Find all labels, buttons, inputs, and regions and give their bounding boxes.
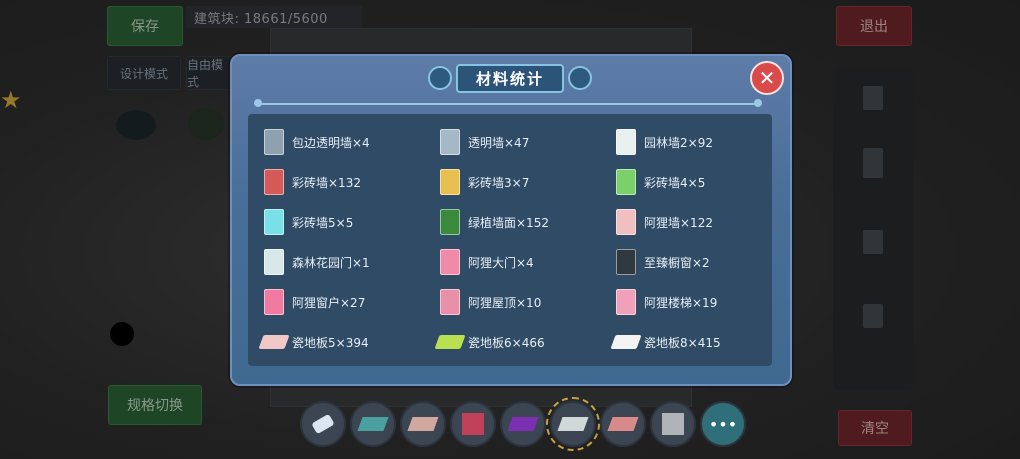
material-item: 阿狸大门×4 — [430, 242, 606, 282]
tool-tile-rose[interactable] — [600, 401, 646, 447]
materials-grid: 包边透明墙×4 透明墙×47 园林墙2×92 彩砖墙×132 彩砖墙3×7 彩砖墙4×5 彩… — [254, 122, 766, 362]
material-icon — [264, 209, 284, 235]
material-icon — [610, 335, 642, 349]
material-label: 园林墙2×92 — [644, 135, 713, 150]
material-icon — [440, 129, 460, 155]
material-item: 彩砖墙×132 — [254, 162, 430, 202]
material-item: 阿狸墙×122 — [606, 202, 766, 242]
material-label: 阿狸楼梯×19 — [644, 295, 718, 310]
tool-block-gray[interactable] — [650, 401, 696, 447]
material-icon — [264, 249, 284, 275]
ornament-left-icon — [427, 66, 452, 90]
material-icon — [440, 289, 460, 315]
material-item: 阿狸窗户×27 — [254, 282, 430, 322]
material-icon — [440, 209, 460, 235]
more-icon[interactable]: ••• — [700, 401, 746, 447]
material-label: 瓷地板8×415 — [644, 335, 721, 350]
material-item: 瓷地板8×415 — [606, 322, 766, 362]
material-icon — [616, 129, 636, 155]
material-item: 阿狸屋顶×10 — [430, 282, 606, 322]
material-icon — [264, 169, 284, 195]
material-icon — [616, 249, 636, 275]
material-icon — [440, 249, 460, 275]
material-item: 至臻橱窗×2 — [606, 242, 766, 282]
material-label: 至臻橱窗×2 — [644, 255, 710, 270]
tool-tile-pink[interactable] — [400, 401, 446, 447]
close-icon: ✕ — [758, 66, 776, 90]
material-icon — [434, 335, 466, 349]
tool-tile-white[interactable] — [546, 397, 600, 451]
material-icon — [264, 289, 284, 315]
material-icon — [616, 289, 636, 315]
material-label: 彩砖墙3×7 — [468, 175, 530, 190]
material-label: 彩砖墙5×5 — [292, 215, 354, 230]
material-label: 森林花园门×1 — [292, 255, 370, 270]
material-item: 彩砖墙5×5 — [254, 202, 430, 242]
material-item: 阿狸楼梯×19 — [606, 282, 766, 322]
material-label: 阿狸窗户×27 — [292, 295, 366, 310]
material-label: 彩砖墙4×5 — [644, 175, 706, 190]
close-button[interactable]: ✕ — [750, 61, 784, 95]
material-item: 透明墙×47 — [430, 122, 606, 162]
material-item: 瓷地板5×394 — [254, 322, 430, 362]
material-label: 透明墙×47 — [468, 135, 530, 150]
material-item: 彩砖墙3×7 — [430, 162, 606, 202]
material-icon — [440, 169, 460, 195]
material-icon — [264, 129, 284, 155]
title-divider — [254, 99, 762, 107]
tool-tile-teal[interactable] — [350, 401, 396, 447]
tool-block-red[interactable] — [450, 401, 496, 447]
material-icon — [616, 169, 636, 195]
material-item: 绿植墙面×152 — [430, 202, 606, 242]
material-label: 阿狸屋顶×10 — [468, 295, 542, 310]
material-item: 园林墙2×92 — [606, 122, 766, 162]
material-label: 阿狸大门×4 — [468, 255, 534, 270]
ornament-right-icon — [568, 66, 592, 90]
material-item: 森林花园门×1 — [254, 242, 430, 282]
dialog-title: 材料统计 — [455, 63, 564, 93]
materials-list: 包边透明墙×4 透明墙×47 园林墙2×92 彩砖墙×132 彩砖墙3×7 彩砖墙4×5 彩… — [248, 114, 772, 366]
material-label: 阿狸墙×122 — [644, 215, 713, 230]
material-label: 彩砖墙×132 — [292, 175, 361, 190]
eraser-tool[interactable] — [300, 401, 346, 447]
material-stats-dialog: 材料统计 ✕ 包边透明墙×4 透明墙×47 园林墙2×92 彩砖墙×132 彩砖墙3×7… — [230, 54, 792, 386]
material-label: 瓷地板5×394 — [292, 335, 369, 350]
material-icon — [258, 335, 290, 349]
material-label: 瓷地板6×466 — [468, 335, 545, 350]
dialog-title-plate: 材料统计 — [410, 63, 610, 93]
material-item: 瓷地板6×466 — [430, 322, 606, 362]
material-item: 彩砖墙4×5 — [606, 162, 766, 202]
material-icon — [616, 209, 636, 235]
material-label: 绿植墙面×152 — [468, 215, 549, 230]
material-toolbar: ••• — [300, 397, 746, 451]
tool-tile-purple[interactable] — [500, 401, 546, 447]
material-item: 包边透明墙×4 — [254, 122, 430, 162]
material-label: 包边透明墙×4 — [292, 135, 370, 150]
